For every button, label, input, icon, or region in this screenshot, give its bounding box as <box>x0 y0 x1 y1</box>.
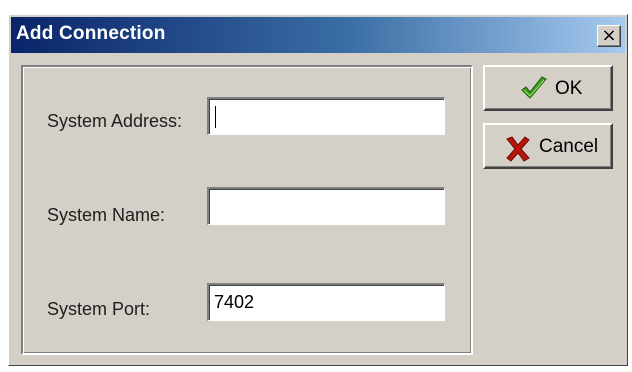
text-caret <box>215 106 216 128</box>
system-name-label: System Name: <box>47 205 166 225</box>
system-address-label: System Address: <box>47 111 183 131</box>
checkmark-icon <box>519 75 549 103</box>
system-port-input[interactable]: 7402 <box>207 283 445 321</box>
system-address-input[interactable] <box>207 97 445 135</box>
cancel-button[interactable]: Cancel <box>483 123 613 169</box>
dialog-title: Add Connection <box>16 23 166 44</box>
title-bar[interactable]: Add Connection × <box>11 17 625 53</box>
add-connection-dialog: Add Connection × System Address: System … <box>8 14 628 366</box>
cancel-label: Cancel <box>539 136 599 157</box>
system-name-input[interactable] <box>207 187 445 225</box>
x-mark-icon <box>503 135 533 163</box>
close-icon: × <box>601 25 617 46</box>
ok-button[interactable]: OK <box>483 65 613 111</box>
system-port-label: System Port: <box>47 299 151 319</box>
connection-fields-group: System Address: System Name: System Port… <box>21 65 473 355</box>
close-button[interactable]: × <box>597 25 621 47</box>
ok-label: OK <box>555 78 583 99</box>
